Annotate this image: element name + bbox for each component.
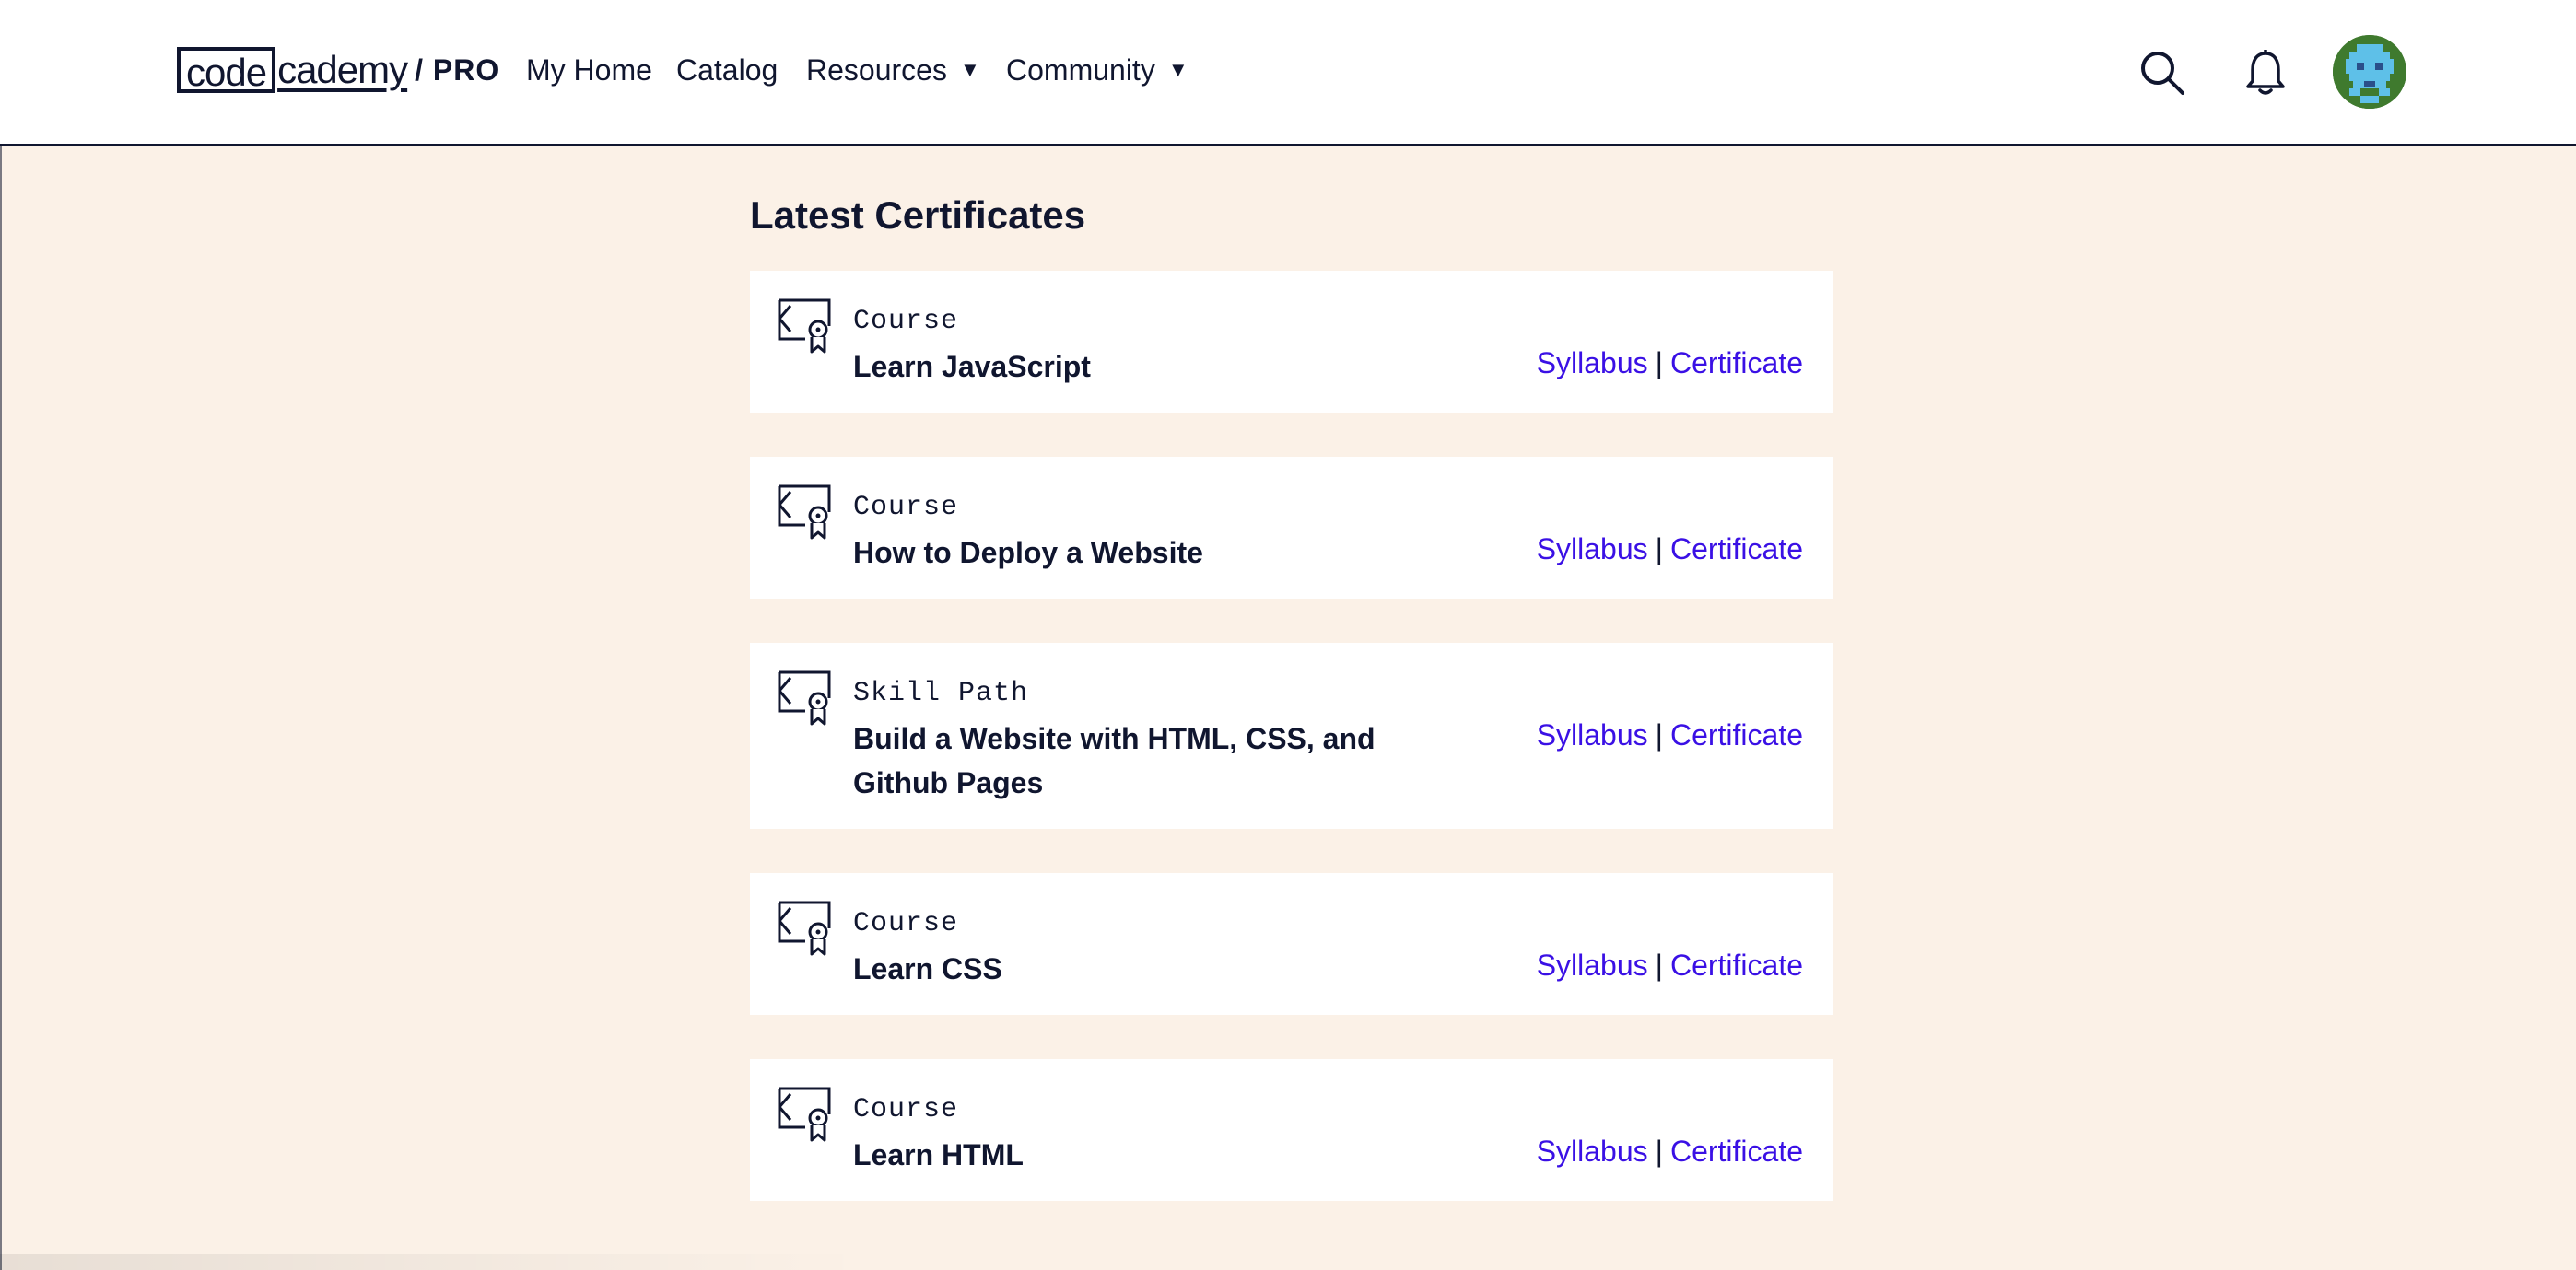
certificate-links: Syllabus | Certificate [1537,949,1803,983]
certificate-links: Syllabus | Certificate [1537,346,1803,380]
bell-icon[interactable] [2242,46,2289,99]
certificate-type: Course [853,492,959,523]
certificate-name: How to Deploy a Website [853,536,1203,569]
chevron-down-icon: ▼ [1167,58,1188,81]
certificate-link[interactable]: Certificate [1670,949,1803,982]
syllabus-link[interactable]: Syllabus [1537,718,1648,752]
link-separator: | [1655,532,1663,565]
certificate-icon [778,1087,833,1142]
nav-catalog[interactable]: Catalog [676,46,778,94]
certificate-links: Syllabus | Certificate [1537,532,1803,566]
certificate-card: Course Learn JavaScript Syllabus | Certifi… [750,271,1833,413]
certificate-links: Syllabus | Certificate [1537,1135,1803,1169]
certificate-type: Course [853,908,959,939]
window-edge [0,0,2,1270]
certificate-icon [778,298,833,354]
certificate-type: Skill Path [853,678,1029,709]
codecademy-pro-logo[interactable]: code cademy / PRO [177,44,499,96]
bottom-shadow [0,1254,866,1270]
nav-community-dropdown[interactable]: Community ▼ [1006,46,1188,94]
certificate-card: Course Learn HTML Syllabus | Certificate [750,1059,1833,1201]
certificate-icon [778,670,833,726]
top-nav-bar: code cademy / PRO My Home Catalog Resour… [0,0,2576,146]
certificate-links: Syllabus | Certificate [1537,718,1803,752]
syllabus-link[interactable]: Syllabus [1537,949,1648,982]
certificate-card: Course How to Deploy a Website Syllabus |… [750,457,1833,599]
certificate-name: Learn HTML [853,1138,1024,1171]
logo-code: code [177,47,276,94]
nav-my-home[interactable]: My Home [526,46,652,94]
avatar[interactable] [2333,35,2406,109]
logo-cademy: cademy [277,48,408,91]
search-icon[interactable] [2136,46,2189,99]
nav-resources-dropdown[interactable]: Resources ▼ [806,46,980,94]
certificate-name: Build a Website with HTML, CSS, and Gith… [853,722,1376,799]
syllabus-link[interactable]: Syllabus [1537,1135,1648,1168]
certificate-name: Learn JavaScript [853,350,1091,383]
link-separator: | [1655,949,1663,982]
certificate-type: Course [853,1094,959,1125]
certificate-link[interactable]: Certificate [1670,532,1803,565]
page-title: Latest Certificates [750,193,1086,237]
certificate-card: Course Learn CSS Syllabus | Certificate [750,873,1833,1015]
certificate-icon [778,901,833,956]
certificate-card: Skill Path Build a Website with HTML, CS… [750,643,1833,829]
certificate-link[interactable]: Certificate [1670,718,1803,752]
link-separator: | [1655,1135,1663,1168]
syllabus-link[interactable]: Syllabus [1537,346,1648,379]
certificate-icon [778,484,833,540]
certificate-type: Course [853,306,959,337]
link-separator: | [1655,718,1663,752]
syllabus-link[interactable]: Syllabus [1537,532,1648,565]
chevron-down-icon: ▼ [959,58,980,81]
certificate-link[interactable]: Certificate [1670,1135,1803,1168]
certificate-name: Learn CSS [853,952,1002,985]
certificate-link[interactable]: Certificate [1670,346,1803,379]
link-separator: | [1655,346,1663,379]
logo-pro: / PRO [415,53,500,87]
